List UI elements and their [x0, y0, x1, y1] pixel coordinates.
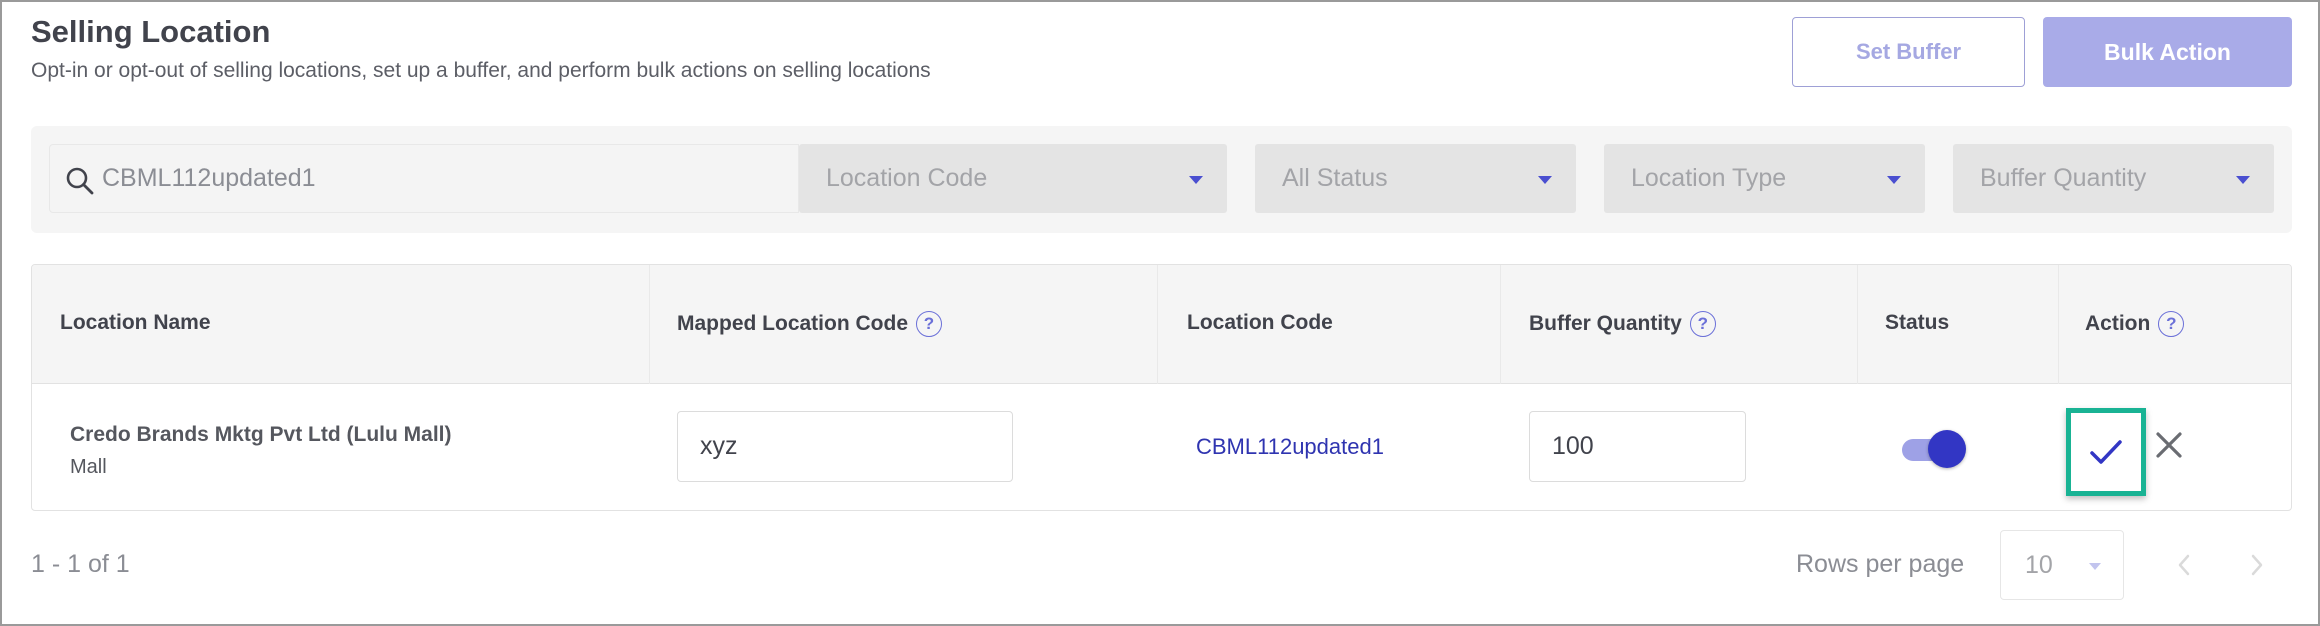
- column-divider: [2058, 265, 2059, 384]
- location-code-link[interactable]: CBML112updated1: [1196, 434, 1384, 460]
- buffer-quantity-dropdown-label: Buffer Quantity: [1980, 164, 2147, 192]
- column-header-label: Mapped Location Code: [677, 312, 908, 335]
- column-header-label: Location Code: [1187, 311, 1333, 334]
- mapped-location-code-input[interactable]: xyz: [677, 411, 1013, 482]
- set-buffer-button[interactable]: Set Buffer: [1792, 17, 2025, 87]
- next-page-button[interactable]: [2242, 550, 2272, 580]
- help-icon[interactable]: ?: [916, 311, 942, 337]
- page-frame: Selling Location Opt-in or opt-out of se…: [0, 0, 2320, 626]
- search-input-value: CBML112updated1: [102, 164, 316, 192]
- table-header: Location Name Mapped Location Code ? Loc…: [32, 265, 2291, 384]
- location-type: Mall: [70, 456, 107, 478]
- buffer-quantity-input[interactable]: 100: [1529, 411, 1746, 482]
- column-divider: [649, 265, 650, 384]
- column-header-mapped-location-code: Mapped Location Code ?: [677, 311, 942, 337]
- chevron-right-icon: [2251, 554, 2263, 576]
- page-title: Selling Location: [31, 14, 271, 49]
- bulk-action-button[interactable]: Bulk Action: [2043, 17, 2292, 87]
- column-divider: [1857, 265, 1858, 384]
- status-dropdown-label: All Status: [1282, 164, 1388, 192]
- caret-down-icon: [2236, 176, 2250, 184]
- caret-down-icon: [1538, 176, 1552, 184]
- location-code-dropdown-label: Location Code: [826, 164, 988, 192]
- check-icon: [2090, 440, 2122, 464]
- help-icon[interactable]: ?: [1689, 311, 1716, 337]
- caret-down-icon: [1887, 176, 1901, 184]
- location-name: Credo Brands Mktg Pvt Ltd (Lulu Mall): [70, 423, 452, 446]
- column-header-status: Status: [1885, 311, 1949, 335]
- selling-location-table: Location Name Mapped Location Code ? Loc…: [31, 264, 2292, 511]
- column-header-label: Action: [2085, 312, 2151, 335]
- previous-page-button[interactable]: [2169, 550, 2199, 580]
- rows-per-page-value: 10: [2025, 551, 2053, 579]
- status-toggle[interactable]: [1902, 428, 1966, 470]
- cancel-button[interactable]: [2154, 430, 2184, 460]
- caret-down-icon: [2089, 563, 2101, 570]
- location-code-dropdown[interactable]: Location Code: [799, 144, 1227, 213]
- location-type-dropdown[interactable]: Location Type: [1604, 144, 1925, 213]
- search-input[interactable]: CBML112updated1: [49, 144, 799, 213]
- location-type-dropdown-label: Location Type: [1631, 164, 1787, 192]
- column-header-location-code: Location Code: [1187, 311, 1333, 335]
- toggle-knob: [1928, 430, 1966, 468]
- buffer-quantity-dropdown[interactable]: Buffer Quantity: [1953, 144, 2274, 213]
- column-header-label: Buffer Quantity: [1529, 312, 1682, 335]
- chevron-left-icon: [2178, 554, 2190, 576]
- page-subtitle: Opt-in or opt-out of selling locations, …: [31, 59, 931, 82]
- help-icon[interactable]: ?: [2158, 311, 2185, 337]
- column-header-label: Location Name: [60, 311, 211, 334]
- search-icon: [66, 167, 94, 195]
- column-header-buffer-quantity: Buffer Quantity ?: [1529, 311, 1716, 337]
- rows-per-page-label: Rows per page: [1796, 550, 1965, 578]
- column-header-label: Status: [1885, 311, 1950, 334]
- caret-down-icon: [1189, 176, 1203, 184]
- status-dropdown[interactable]: All Status: [1255, 144, 1576, 213]
- column-header-action: Action ?: [2085, 311, 2185, 337]
- column-header-location-name: Location Name: [60, 311, 211, 335]
- close-icon: [2156, 432, 2182, 458]
- column-divider: [1500, 265, 1501, 384]
- pagination-range: 1 - 1 of 1: [31, 550, 130, 578]
- column-divider: [1157, 265, 1158, 384]
- rows-per-page-select[interactable]: 10: [2000, 530, 2124, 600]
- confirm-button[interactable]: [2066, 408, 2146, 496]
